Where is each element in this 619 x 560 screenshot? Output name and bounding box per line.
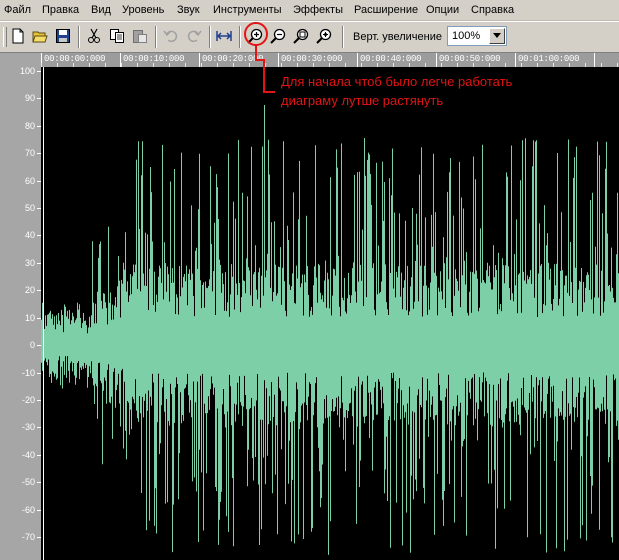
zoom-full-button[interactable] [291, 26, 311, 46]
zoom-in-icon [247, 28, 263, 44]
copy-button[interactable] [107, 26, 127, 46]
zoom-out-icon [270, 28, 286, 44]
new-file-button[interactable] [8, 26, 28, 46]
dropdown-arrow-button[interactable] [489, 28, 505, 44]
menu-tools[interactable]: Инструменты [213, 3, 282, 17]
amp-label: 20 [24, 285, 35, 295]
amp-label: -70 [21, 532, 35, 542]
amp-label: -50 [21, 477, 35, 487]
menu-extension[interactable]: Расширение [354, 3, 418, 17]
time-label: 00:00:00:000 [44, 54, 106, 64]
menu-bar: Файл Правка Вид Уровень Звук Инструменты… [0, 0, 619, 21]
amp-label: -40 [21, 450, 35, 460]
amp-label: -30 [21, 422, 35, 432]
amp-label: 70 [24, 148, 35, 158]
time-label: 00:00:40:000 [360, 54, 422, 64]
amp-label: 60 [24, 176, 35, 186]
amp-label: 0 [29, 340, 35, 350]
time-tick [357, 53, 358, 67]
toolbar-separator [209, 26, 211, 48]
chevron-down-icon [493, 33, 501, 38]
zoom-out-button[interactable] [268, 26, 288, 46]
time-tick [199, 53, 200, 67]
amp-label: 80 [24, 121, 35, 131]
time-tick [594, 53, 595, 67]
amp-label: 40 [24, 230, 35, 240]
time-label: 00:00:50:000 [439, 54, 501, 64]
time-tick [515, 53, 516, 67]
paste-icon [133, 30, 147, 43]
undo-button[interactable] [161, 26, 181, 46]
folder-open-icon [32, 31, 48, 43]
amp-label: -10 [21, 368, 35, 378]
fit-width-icon [216, 31, 232, 41]
annotation-line-2: диаграму лутше растянуть [281, 93, 444, 108]
copy-icon [110, 29, 124, 43]
amp-label: 50 [24, 203, 35, 213]
zoom-selection-button[interactable] [314, 26, 334, 46]
annotation-line-1: Для начала чтоб было легче работать [281, 74, 513, 89]
menu-view[interactable]: Вид [91, 3, 111, 17]
amplitude-ruler[interactable]: 100 90 80 70 60 50 40 30 20 10 0 -10 -20… [0, 67, 41, 560]
time-ruler[interactable]: 00:00:00:000 00:00:10:000 00:00:20:000 0… [41, 53, 619, 67]
time-label: 00:00:30:000 [281, 54, 343, 64]
open-file-button[interactable] [30, 26, 50, 46]
redo-icon [187, 30, 202, 43]
zoom-full-icon [293, 28, 309, 44]
amp-label: 100 [19, 67, 35, 76]
waveform [41, 67, 619, 560]
toolbar-separator [78, 26, 80, 48]
amp-label: 90 [24, 93, 35, 103]
menu-file[interactable]: Файл [4, 3, 31, 17]
time-tick [278, 53, 279, 67]
annotation-text: Для начала чтоб было легче работать диаг… [281, 72, 512, 110]
amp-label: -60 [21, 505, 35, 515]
cut-button[interactable] [84, 26, 104, 46]
redo-button[interactable] [184, 26, 204, 46]
toolbar-grip[interactable] [3, 27, 7, 47]
paste-button[interactable] [130, 26, 150, 46]
scissors-icon [88, 28, 100, 43]
waveform-trace [41, 105, 619, 555]
waveform-canvas[interactable] [41, 67, 619, 560]
ruler-corner [0, 53, 41, 67]
menu-effects[interactable]: Эффекты [293, 3, 343, 17]
save-file-button[interactable] [53, 26, 73, 46]
amp-label: 10 [24, 313, 35, 323]
menu-level[interactable]: Уровень [122, 3, 164, 17]
menu-help[interactable]: Справка [471, 3, 514, 17]
vertical-zoom-select[interactable]: 100% [447, 26, 507, 46]
new-file-icon [12, 28, 24, 44]
menu-sound[interactable]: Звук [177, 3, 200, 17]
fit-to-window-button[interactable] [214, 26, 234, 46]
amp-label: -20 [21, 395, 35, 405]
toolbar-separator [239, 26, 241, 48]
menu-options[interactable]: Опции [426, 3, 459, 17]
toolbar-separator [155, 26, 157, 48]
time-label: 00:01:00:000 [518, 54, 580, 64]
save-icon [56, 29, 70, 43]
toolbar-separator [342, 26, 344, 48]
vertical-zoom-label: Верт. увеличение [353, 31, 442, 43]
time-tick [436, 53, 437, 67]
amp-label: 30 [24, 258, 35, 268]
menu-edit[interactable]: Правка [42, 3, 79, 17]
undo-icon [163, 30, 178, 43]
zoom-selection-icon [316, 28, 332, 44]
zoom-in-button[interactable] [245, 26, 265, 46]
toolbar: Верт. увеличение 100% [0, 21, 619, 53]
vertical-zoom-value: 100% [452, 30, 481, 42]
